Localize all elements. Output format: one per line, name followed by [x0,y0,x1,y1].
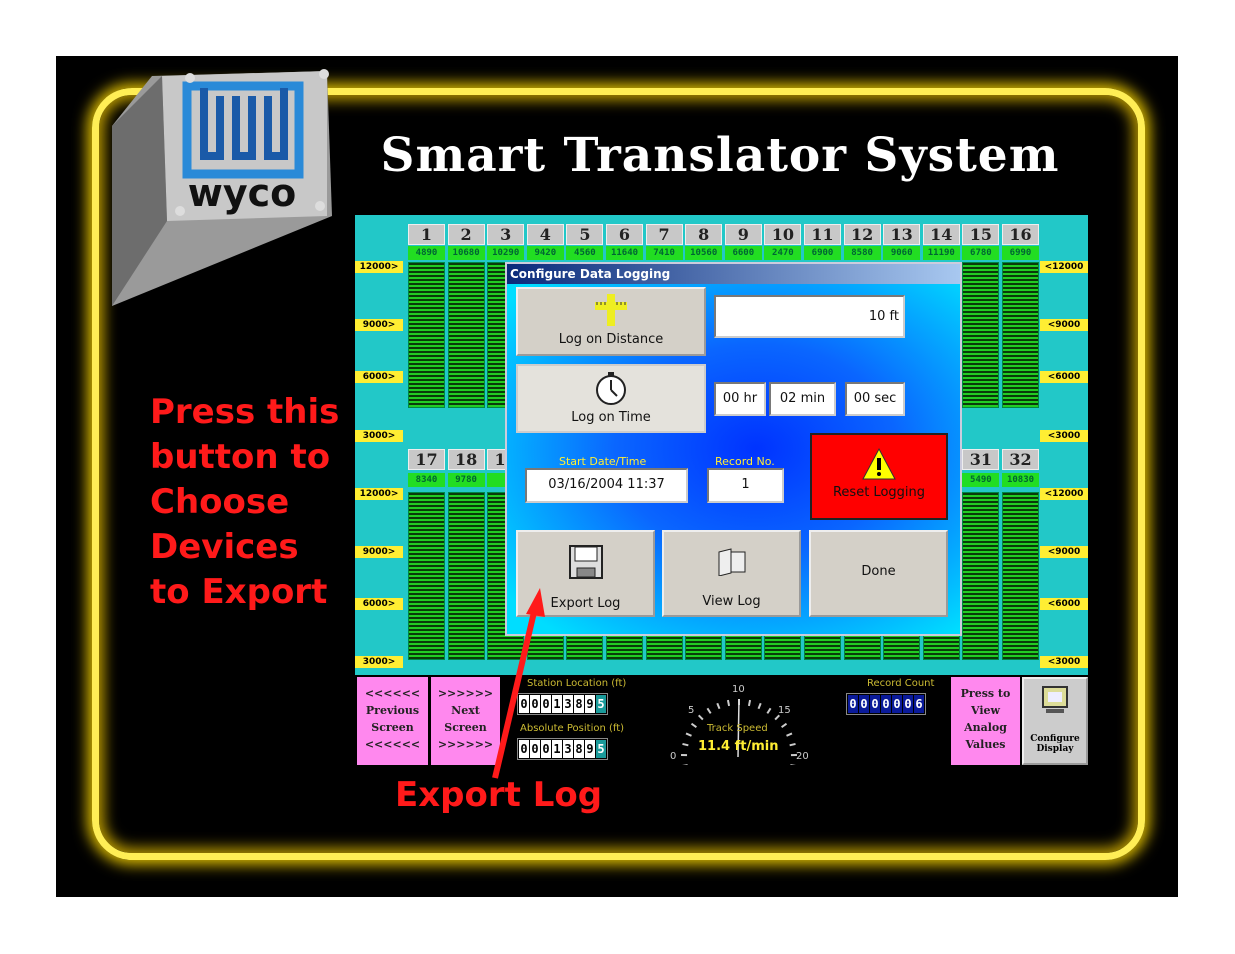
arrow-shaft [492,607,538,779]
export-log-annotation: Export Log [395,775,603,815]
arrow-head [526,588,545,617]
red-arrow [492,588,545,779]
